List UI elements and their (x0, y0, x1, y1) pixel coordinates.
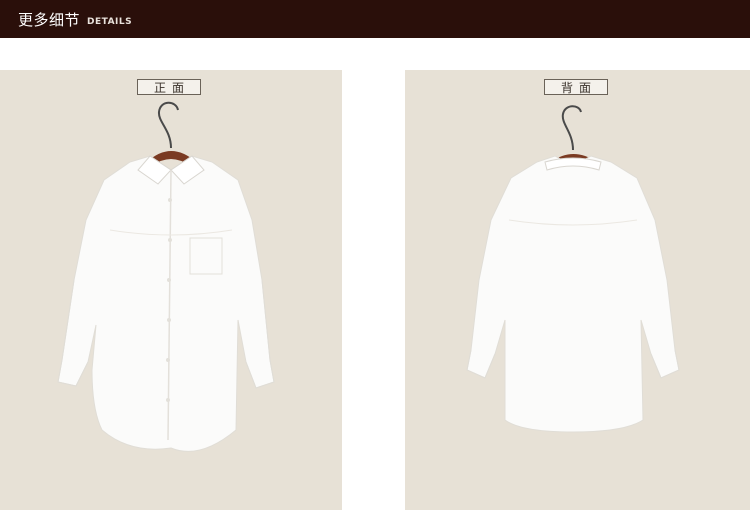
header-title-en: DETAILS (87, 16, 133, 27)
back-shirt-image (466, 105, 680, 433)
details-header: 更多细节 DETAILS (0, 0, 750, 38)
hanger-hook-icon (157, 101, 179, 149)
hanger-hook-icon (561, 105, 582, 151)
front-shirt-image (57, 101, 275, 452)
header-title-cn: 更多细节 (18, 10, 81, 29)
front-view-panel: 正面 (0, 70, 342, 510)
front-shirt-body (57, 155, 275, 452)
back-shirt-body (466, 155, 680, 433)
back-view-panel: 背面 (405, 70, 750, 510)
